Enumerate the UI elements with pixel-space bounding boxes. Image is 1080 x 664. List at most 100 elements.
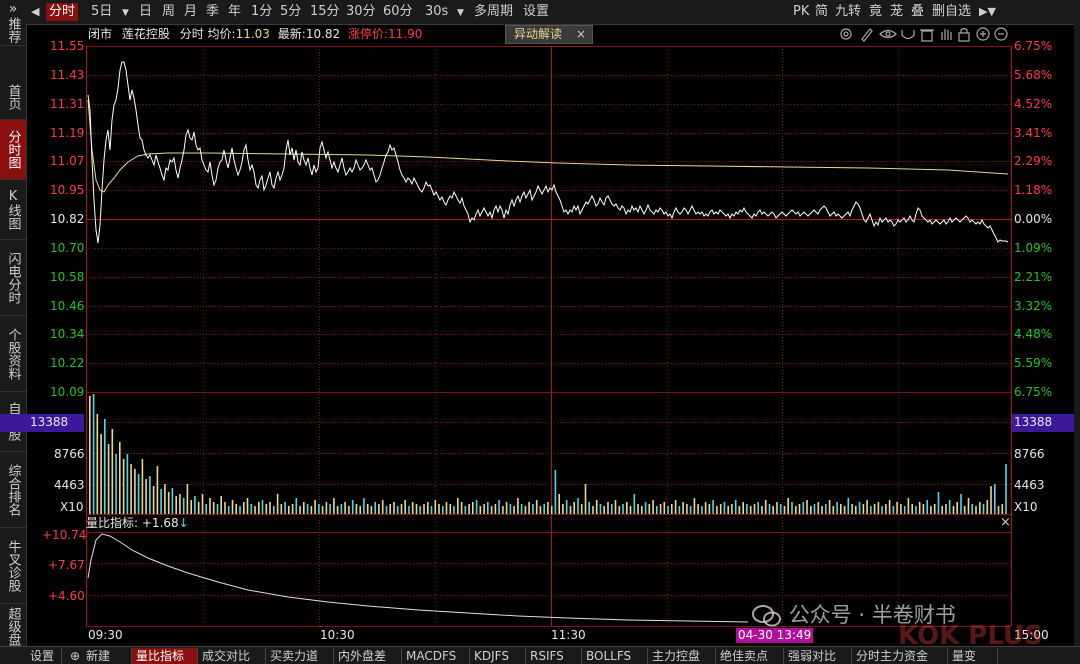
tab-volume-change[interactable]: 量变 bbox=[948, 648, 998, 664]
volume-bar bbox=[952, 506, 955, 514]
tab-buy-sell-power[interactable]: 买卖力道 bbox=[266, 648, 334, 664]
volume-bar bbox=[411, 502, 414, 514]
volume-bar bbox=[727, 506, 729, 514]
right-panel-edge bbox=[1074, 24, 1080, 646]
volume-bar bbox=[543, 504, 545, 514]
tab-kdjfs[interactable]: KDJFS bbox=[470, 648, 526, 664]
volume-bar bbox=[265, 504, 268, 514]
volume-bar bbox=[404, 500, 406, 514]
volume-bar bbox=[92, 394, 95, 514]
price-tick-label: 10.09 bbox=[50, 385, 85, 399]
volume-bar bbox=[689, 506, 692, 514]
volume-bar bbox=[119, 442, 121, 514]
volume-bar bbox=[457, 498, 459, 514]
volume-bar bbox=[130, 464, 132, 514]
volume-bar bbox=[862, 504, 865, 514]
percent-tick-label: 6.75% bbox=[1014, 39, 1053, 53]
volume-bar bbox=[235, 504, 237, 514]
volume-bar bbox=[768, 504, 771, 514]
volume-bar bbox=[310, 506, 313, 514]
volume-bar bbox=[261, 500, 264, 514]
volume-bar bbox=[866, 500, 868, 514]
down-arrow-icon: ↓ bbox=[178, 516, 189, 530]
tab-strength-compare[interactable]: 强弱对比 bbox=[784, 648, 852, 664]
settings-tab[interactable]: 设置 bbox=[26, 648, 62, 664]
tab-best-sell[interactable]: 绝佳卖点 bbox=[716, 648, 784, 664]
new-indicator-tab[interactable]: ⊕ 新建 bbox=[62, 648, 132, 664]
volume-bar bbox=[329, 504, 331, 514]
volume-bar bbox=[434, 500, 437, 514]
percent-tick-label: 4.48% bbox=[1014, 327, 1053, 342]
tab-main-control[interactable]: 主力控盘 bbox=[648, 648, 716, 664]
tab-rsifs[interactable]: RSIFS bbox=[526, 648, 582, 664]
volume-bar bbox=[475, 500, 478, 514]
volume-bar bbox=[363, 498, 365, 514]
time-label-1030: 10:30 bbox=[320, 628, 355, 642]
volume-bar bbox=[558, 494, 560, 514]
volume-bar bbox=[577, 498, 579, 514]
volume-bar bbox=[513, 506, 515, 514]
volume-bar bbox=[719, 504, 722, 514]
volume-bar bbox=[967, 498, 970, 514]
volume-bar bbox=[907, 498, 910, 514]
volume-bar bbox=[787, 498, 789, 514]
price-tick-label: 11.31 bbox=[50, 96, 85, 111]
ratio-label-mid: +7.67 bbox=[48, 558, 85, 572]
volume-bar bbox=[813, 504, 816, 514]
ratio-label-low: +4.60 bbox=[48, 589, 85, 603]
volume-bar bbox=[393, 502, 395, 514]
volume-bar bbox=[1001, 504, 1004, 514]
volume-bar bbox=[535, 500, 538, 514]
volume-bar bbox=[626, 502, 628, 514]
tab-volume-ratio[interactable]: 量比指标 bbox=[132, 648, 198, 664]
volume-bar bbox=[408, 506, 410, 514]
volume-bar bbox=[336, 506, 339, 514]
volume-bar bbox=[712, 500, 714, 514]
tab-turnover-compare[interactable]: 成交对比 bbox=[198, 648, 266, 664]
volume-bar bbox=[239, 506, 241, 514]
volume-bar bbox=[340, 504, 343, 514]
volume-bar bbox=[472, 502, 474, 514]
volume-bar bbox=[355, 504, 358, 514]
volume-bar bbox=[250, 504, 253, 514]
volume-bar bbox=[389, 504, 391, 514]
volume-bar bbox=[971, 504, 973, 514]
tab-bollfs[interactable]: BOLLFS bbox=[582, 648, 648, 664]
volume-bar bbox=[464, 506, 467, 514]
volume-bar bbox=[137, 474, 140, 514]
volume-bar bbox=[505, 502, 508, 514]
volume-bar bbox=[212, 502, 215, 514]
close-icon[interactable]: × bbox=[1000, 515, 1011, 530]
volume-bar bbox=[994, 484, 996, 514]
volume-bar bbox=[963, 506, 966, 514]
volume-bar bbox=[273, 506, 275, 514]
volume-bar bbox=[107, 444, 110, 514]
volume-bar bbox=[753, 504, 756, 514]
intraday-chart bbox=[86, 46, 1012, 627]
volume-bar bbox=[701, 506, 703, 514]
volume-bar bbox=[284, 502, 286, 514]
tab-macdfs[interactable]: MACDFS bbox=[402, 648, 470, 664]
price-tick-label: 10.34 bbox=[50, 327, 85, 342]
volume-bar bbox=[569, 506, 572, 514]
volume-bar bbox=[396, 506, 399, 514]
volume-bar bbox=[419, 506, 421, 514]
volume-bar bbox=[104, 419, 106, 514]
volume-bar bbox=[941, 506, 943, 514]
volume-bar bbox=[926, 500, 928, 514]
volume-bar bbox=[554, 470, 557, 514]
volume-bar bbox=[881, 506, 883, 514]
percent-tick-label: 5.68% bbox=[1014, 67, 1053, 82]
cursor-time-badge: 04-30 13:49 bbox=[736, 628, 814, 643]
percent-tick-label: 0.00% bbox=[1014, 212, 1053, 226]
volume-bar bbox=[915, 506, 917, 514]
volume-bar bbox=[776, 502, 778, 514]
wechat-icon bbox=[752, 604, 782, 628]
volume-bar bbox=[186, 484, 189, 514]
tab-main-fund-flow[interactable]: 分时主力资金 bbox=[852, 648, 948, 664]
volume-bar bbox=[318, 504, 320, 514]
volume-bar bbox=[614, 500, 617, 514]
price-tick-label: 10.58 bbox=[50, 269, 85, 284]
volume-low-label: 4463 bbox=[54, 478, 85, 492]
tab-inner-outer[interactable]: 内外盘差 bbox=[334, 648, 402, 664]
